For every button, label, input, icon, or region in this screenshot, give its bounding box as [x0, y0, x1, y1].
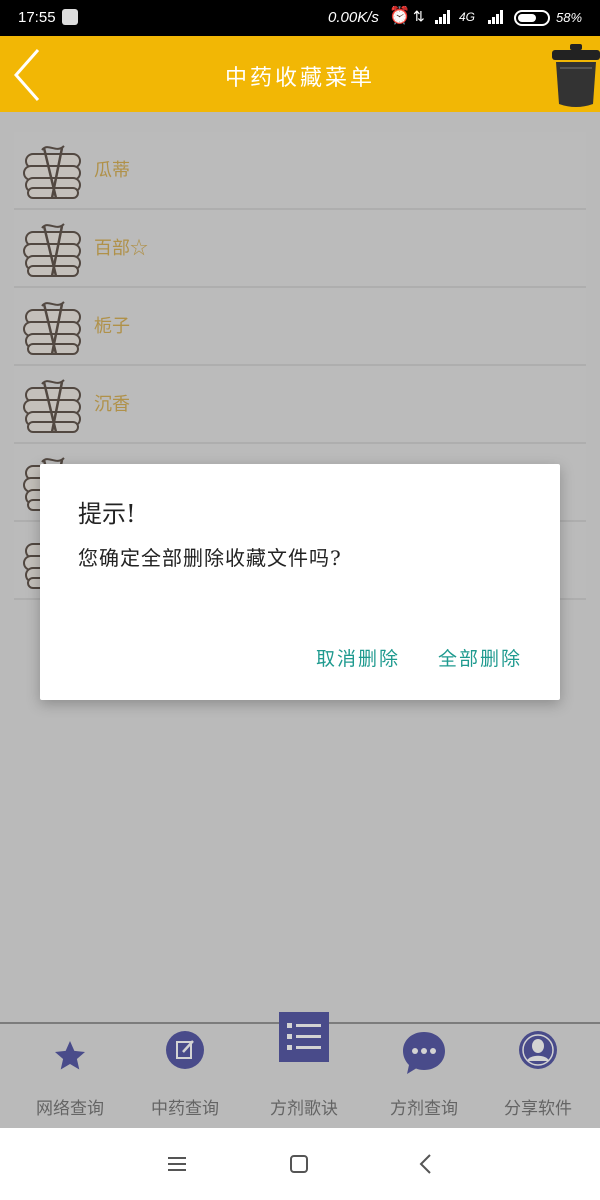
signal-icon-2 — [488, 10, 503, 24]
page-title: 中药收藏菜单 — [224, 66, 375, 91]
dialog-message: 您确定全部删除收藏文件吗? — [78, 546, 342, 570]
alarm-icon: ⏰ — [389, 6, 411, 25]
app-header: 中药收藏菜单 — [0, 36, 600, 112]
status-time: 17:55 — [18, 9, 56, 26]
trash-icon[interactable] — [548, 40, 600, 110]
cancel-delete-button[interactable]: 取消删除 — [316, 644, 400, 671]
home-icon[interactable] — [289, 1154, 309, 1174]
status-net-speed: 0.00K/s — [328, 9, 379, 26]
battery-icon — [514, 10, 550, 26]
dialog-title: 提示! — [78, 500, 136, 528]
status-bar: 17:55 0.00K/s ⏰ ⇅ 4G 58% — [0, 0, 600, 36]
menu-icon[interactable] — [166, 1156, 188, 1172]
delete-all-button[interactable]: 全部删除 — [438, 644, 522, 671]
data-sync-icon: ⇅ — [413, 8, 425, 24]
signal-icon — [435, 10, 450, 24]
notification-icon — [62, 9, 78, 25]
status-network: 4G — [459, 10, 476, 24]
status-battery: 58% — [556, 10, 583, 25]
system-nav-bar — [0, 1128, 600, 1200]
back-arrow-icon[interactable] — [8, 46, 46, 104]
confirm-dialog: 提示! 您确定全部删除收藏文件吗? 取消删除 全部删除 — [40, 464, 560, 700]
back-icon[interactable] — [418, 1153, 432, 1175]
